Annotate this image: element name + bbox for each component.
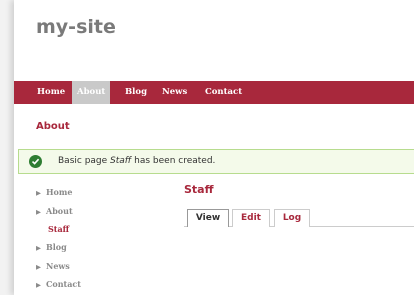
status-page-title: Staff	[110, 156, 132, 166]
status-text: Basic page Staff has been created.	[58, 156, 215, 166]
nav-item-news[interactable]: News	[157, 81, 192, 104]
site-name[interactable]: my-site	[36, 16, 116, 38]
sidebar-item-home[interactable]: ▶ Home	[36, 187, 72, 197]
check-circle-icon	[29, 155, 42, 168]
status-prefix: Basic page	[58, 156, 111, 166]
sidebar-item-staff[interactable]: Staff	[48, 224, 69, 234]
sidebar-item-label: Staff	[48, 224, 70, 234]
triangle-right-icon: ▶	[36, 189, 41, 197]
status-message: Basic page Staff has been created.	[18, 149, 414, 174]
tab-view[interactable]: View	[187, 209, 229, 227]
sidebar-item-about[interactable]: ▶ About	[36, 206, 73, 216]
breadcrumb[interactable]: About	[36, 121, 70, 132]
nav-item-home[interactable]: Home	[32, 81, 70, 104]
main-navbar: Home About Blog News Contact	[14, 81, 414, 104]
sidebar-item-contact[interactable]: ▶ Contact	[36, 279, 81, 289]
page-title: Staff	[184, 183, 214, 196]
triangle-right-icon: ▶	[36, 281, 41, 289]
sidebar-item-label: Home	[46, 187, 73, 197]
sidebar-item-label: Contact	[46, 279, 81, 289]
nav-item-about[interactable]: About	[72, 81, 111, 104]
sidebar-item-blog[interactable]: ▶ Blog	[36, 242, 67, 252]
sidebar-item-label: News	[46, 261, 70, 271]
nav-item-blog[interactable]: Blog	[120, 81, 152, 104]
triangle-right-icon: ▶	[36, 244, 41, 252]
nav-item-contact[interactable]: Contact	[200, 81, 247, 104]
triangle-right-icon: ▶	[36, 208, 41, 216]
status-suffix: has been created.	[131, 156, 216, 166]
sidebar-item-label: Blog	[46, 242, 67, 252]
page: my-site Home About Blog News Contact Abo…	[14, 0, 414, 295]
tab-log[interactable]: Log	[274, 209, 310, 227]
tab-edit[interactable]: Edit	[232, 209, 270, 227]
triangle-right-icon: ▶	[36, 263, 41, 271]
sidebar-item-news[interactable]: ▶ News	[36, 261, 70, 271]
sidebar-item-label: About	[46, 206, 73, 216]
